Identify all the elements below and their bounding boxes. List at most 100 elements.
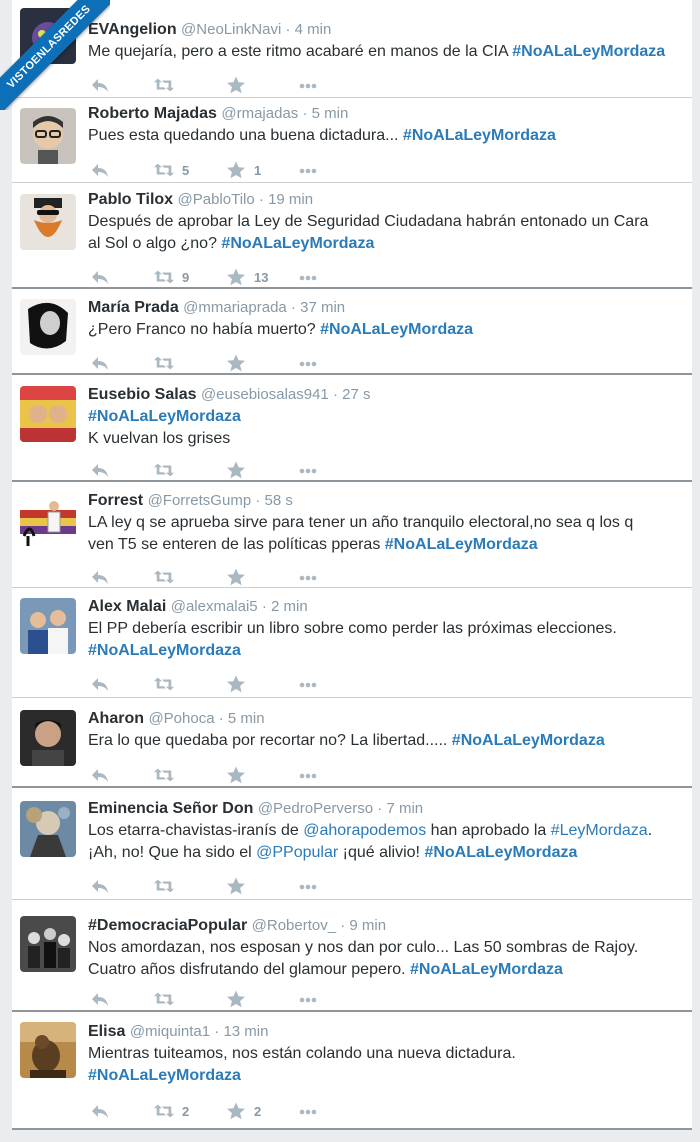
tweet[interactable]: Alex Malai @alexmalai5 · 2 min El PP debe… bbox=[12, 588, 692, 698]
timestamp[interactable]: 2 min bbox=[271, 598, 308, 615]
user-handle[interactable]: @Robertov_ bbox=[252, 917, 336, 934]
user-name[interactable]: Eminencia Señor Don bbox=[88, 800, 253, 817]
hashtag-link[interactable]: #NoALaLeyMordaza bbox=[221, 235, 374, 252]
favorite-button[interactable] bbox=[226, 75, 254, 95]
user-name[interactable]: Aharon bbox=[88, 710, 144, 727]
favorite-button[interactable] bbox=[226, 353, 254, 373]
more-button[interactable] bbox=[298, 989, 318, 1009]
user-name[interactable]: Alex Malai bbox=[88, 598, 166, 615]
timestamp[interactable]: 37 min bbox=[300, 299, 345, 316]
more-button[interactable] bbox=[298, 160, 318, 180]
retweet-button[interactable]: 5 bbox=[154, 160, 189, 180]
timestamp[interactable]: 4 min bbox=[295, 21, 332, 38]
retweet-button[interactable] bbox=[154, 765, 182, 785]
favorite-button[interactable]: 13 bbox=[226, 267, 268, 287]
more-button[interactable] bbox=[298, 876, 318, 896]
avatar[interactable] bbox=[20, 801, 76, 857]
hashtag-link[interactable]: #NoALaLeyMordaza bbox=[320, 321, 473, 338]
tweet[interactable]: #DemocraciaPopular @Robertov_ · 9 min Nos… bbox=[12, 900, 692, 1012]
user-name[interactable]: Elisa bbox=[88, 1023, 125, 1040]
avatar[interactable] bbox=[20, 916, 76, 972]
avatar[interactable] bbox=[20, 299, 76, 355]
hashtag-link[interactable]: #NoALaLeyMordaza bbox=[88, 408, 241, 425]
reply-button[interactable] bbox=[90, 567, 110, 587]
reply-button[interactable] bbox=[90, 267, 110, 287]
favorite-button[interactable] bbox=[226, 989, 254, 1009]
reply-button[interactable] bbox=[90, 674, 110, 694]
hashtag-link[interactable]: #NoALaLeyMordaza bbox=[512, 43, 665, 60]
user-handle[interactable]: @PabloTilo bbox=[178, 191, 255, 208]
timestamp[interactable]: 5 min bbox=[228, 710, 265, 727]
tweet[interactable]: Forrest @ForretsGump · 58 s LA ley q se a… bbox=[12, 482, 692, 588]
retweet-button[interactable] bbox=[154, 989, 182, 1009]
tweet[interactable]: Roberto Majadas @rmajadas · 5 min Pues es… bbox=[12, 98, 692, 183]
avatar[interactable] bbox=[20, 598, 76, 654]
avatar[interactable] bbox=[20, 710, 76, 766]
mention-link[interactable]: @ahorapodemos bbox=[303, 822, 426, 839]
retweet-button[interactable] bbox=[154, 75, 182, 95]
retweet-button[interactable] bbox=[154, 876, 182, 896]
tweet[interactable]: María Prada @mmariaprada · 37 min ¿Pero F… bbox=[12, 289, 692, 375]
user-handle[interactable]: @miquinta1 bbox=[130, 1023, 210, 1040]
timestamp[interactable]: 5 min bbox=[312, 105, 349, 122]
more-button[interactable] bbox=[298, 1101, 318, 1121]
reply-button[interactable] bbox=[90, 75, 110, 95]
more-button[interactable] bbox=[298, 267, 318, 287]
avatar[interactable] bbox=[20, 8, 76, 64]
timestamp[interactable]: 58 s bbox=[265, 492, 293, 509]
mention-link[interactable]: #LeyMordaza bbox=[551, 822, 648, 839]
user-name[interactable]: Roberto Majadas bbox=[88, 105, 217, 122]
avatar[interactable] bbox=[20, 194, 76, 250]
avatar[interactable] bbox=[20, 386, 76, 442]
user-name[interactable]: María Prada bbox=[88, 299, 179, 316]
tweet[interactable]: EVAngelion @NeoLinkNavi · 4 min Me quejar… bbox=[12, 0, 692, 98]
reply-button[interactable] bbox=[90, 989, 110, 1009]
timestamp[interactable]: 9 min bbox=[349, 917, 386, 934]
favorite-button[interactable] bbox=[226, 765, 254, 785]
retweet-button[interactable] bbox=[154, 460, 182, 480]
more-button[interactable] bbox=[298, 765, 318, 785]
tweet[interactable]: Eusebio Salas @eusebiosalas941 · 27 s #No… bbox=[12, 375, 692, 482]
user-name[interactable]: Pablo Tilox bbox=[88, 191, 173, 208]
reply-button[interactable] bbox=[90, 160, 110, 180]
reply-button[interactable] bbox=[90, 1101, 110, 1121]
user-handle[interactable]: @alexmalai5 bbox=[171, 598, 258, 615]
reply-button[interactable] bbox=[90, 876, 110, 896]
user-handle[interactable]: @PedroPerverso bbox=[258, 800, 373, 817]
timestamp[interactable]: 7 min bbox=[386, 800, 423, 817]
favorite-button[interactable]: 2 bbox=[226, 1101, 261, 1121]
user-handle[interactable]: @Pohoca bbox=[148, 710, 214, 727]
tweet[interactable]: Aharon @Pohoca · 5 min Era lo que quedaba… bbox=[12, 698, 692, 788]
favorite-button[interactable] bbox=[226, 674, 254, 694]
user-handle[interactable]: @mmariaprada bbox=[183, 299, 287, 316]
reply-button[interactable] bbox=[90, 353, 110, 373]
retweet-button[interactable]: 9 bbox=[154, 267, 189, 287]
hashtag-link[interactable]: #NoALaLeyMordaza bbox=[452, 732, 605, 749]
retweet-button[interactable] bbox=[154, 353, 182, 373]
user-handle[interactable]: @NeoLinkNavi bbox=[181, 21, 281, 38]
retweet-button[interactable] bbox=[154, 674, 182, 694]
more-button[interactable] bbox=[298, 567, 318, 587]
user-handle[interactable]: @eusebiosalas941 bbox=[201, 386, 329, 403]
timestamp[interactable]: 19 min bbox=[268, 191, 313, 208]
hashtag-link[interactable]: #NoALaLeyMordaza bbox=[385, 536, 538, 553]
user-name[interactable]: Forrest bbox=[88, 492, 143, 509]
avatar[interactable] bbox=[20, 108, 76, 164]
more-button[interactable] bbox=[298, 75, 318, 95]
hashtag-link[interactable]: #NoALaLeyMordaza bbox=[88, 1067, 241, 1084]
avatar[interactable] bbox=[20, 1022, 76, 1078]
timestamp[interactable]: 13 min bbox=[223, 1023, 268, 1040]
timestamp[interactable]: 27 s bbox=[342, 386, 370, 403]
user-handle[interactable]: @rmajadas bbox=[221, 105, 298, 122]
mention-link[interactable]: @PPopular bbox=[256, 844, 338, 861]
favorite-button[interactable]: 1 bbox=[226, 160, 261, 180]
avatar[interactable] bbox=[20, 492, 76, 548]
favorite-button[interactable] bbox=[226, 876, 254, 896]
reply-button[interactable] bbox=[90, 460, 110, 480]
tweet[interactable]: Eminencia Señor Don @PedroPerverso · 7 m… bbox=[12, 788, 692, 900]
more-button[interactable] bbox=[298, 353, 318, 373]
favorite-button[interactable] bbox=[226, 567, 254, 587]
user-handle[interactable]: @ForretsGump bbox=[148, 492, 252, 509]
user-name[interactable]: Eusebio Salas bbox=[88, 386, 197, 403]
tweet[interactable]: Elisa @miquinta1 · 13 min Mientras tuitea… bbox=[12, 1012, 692, 1130]
